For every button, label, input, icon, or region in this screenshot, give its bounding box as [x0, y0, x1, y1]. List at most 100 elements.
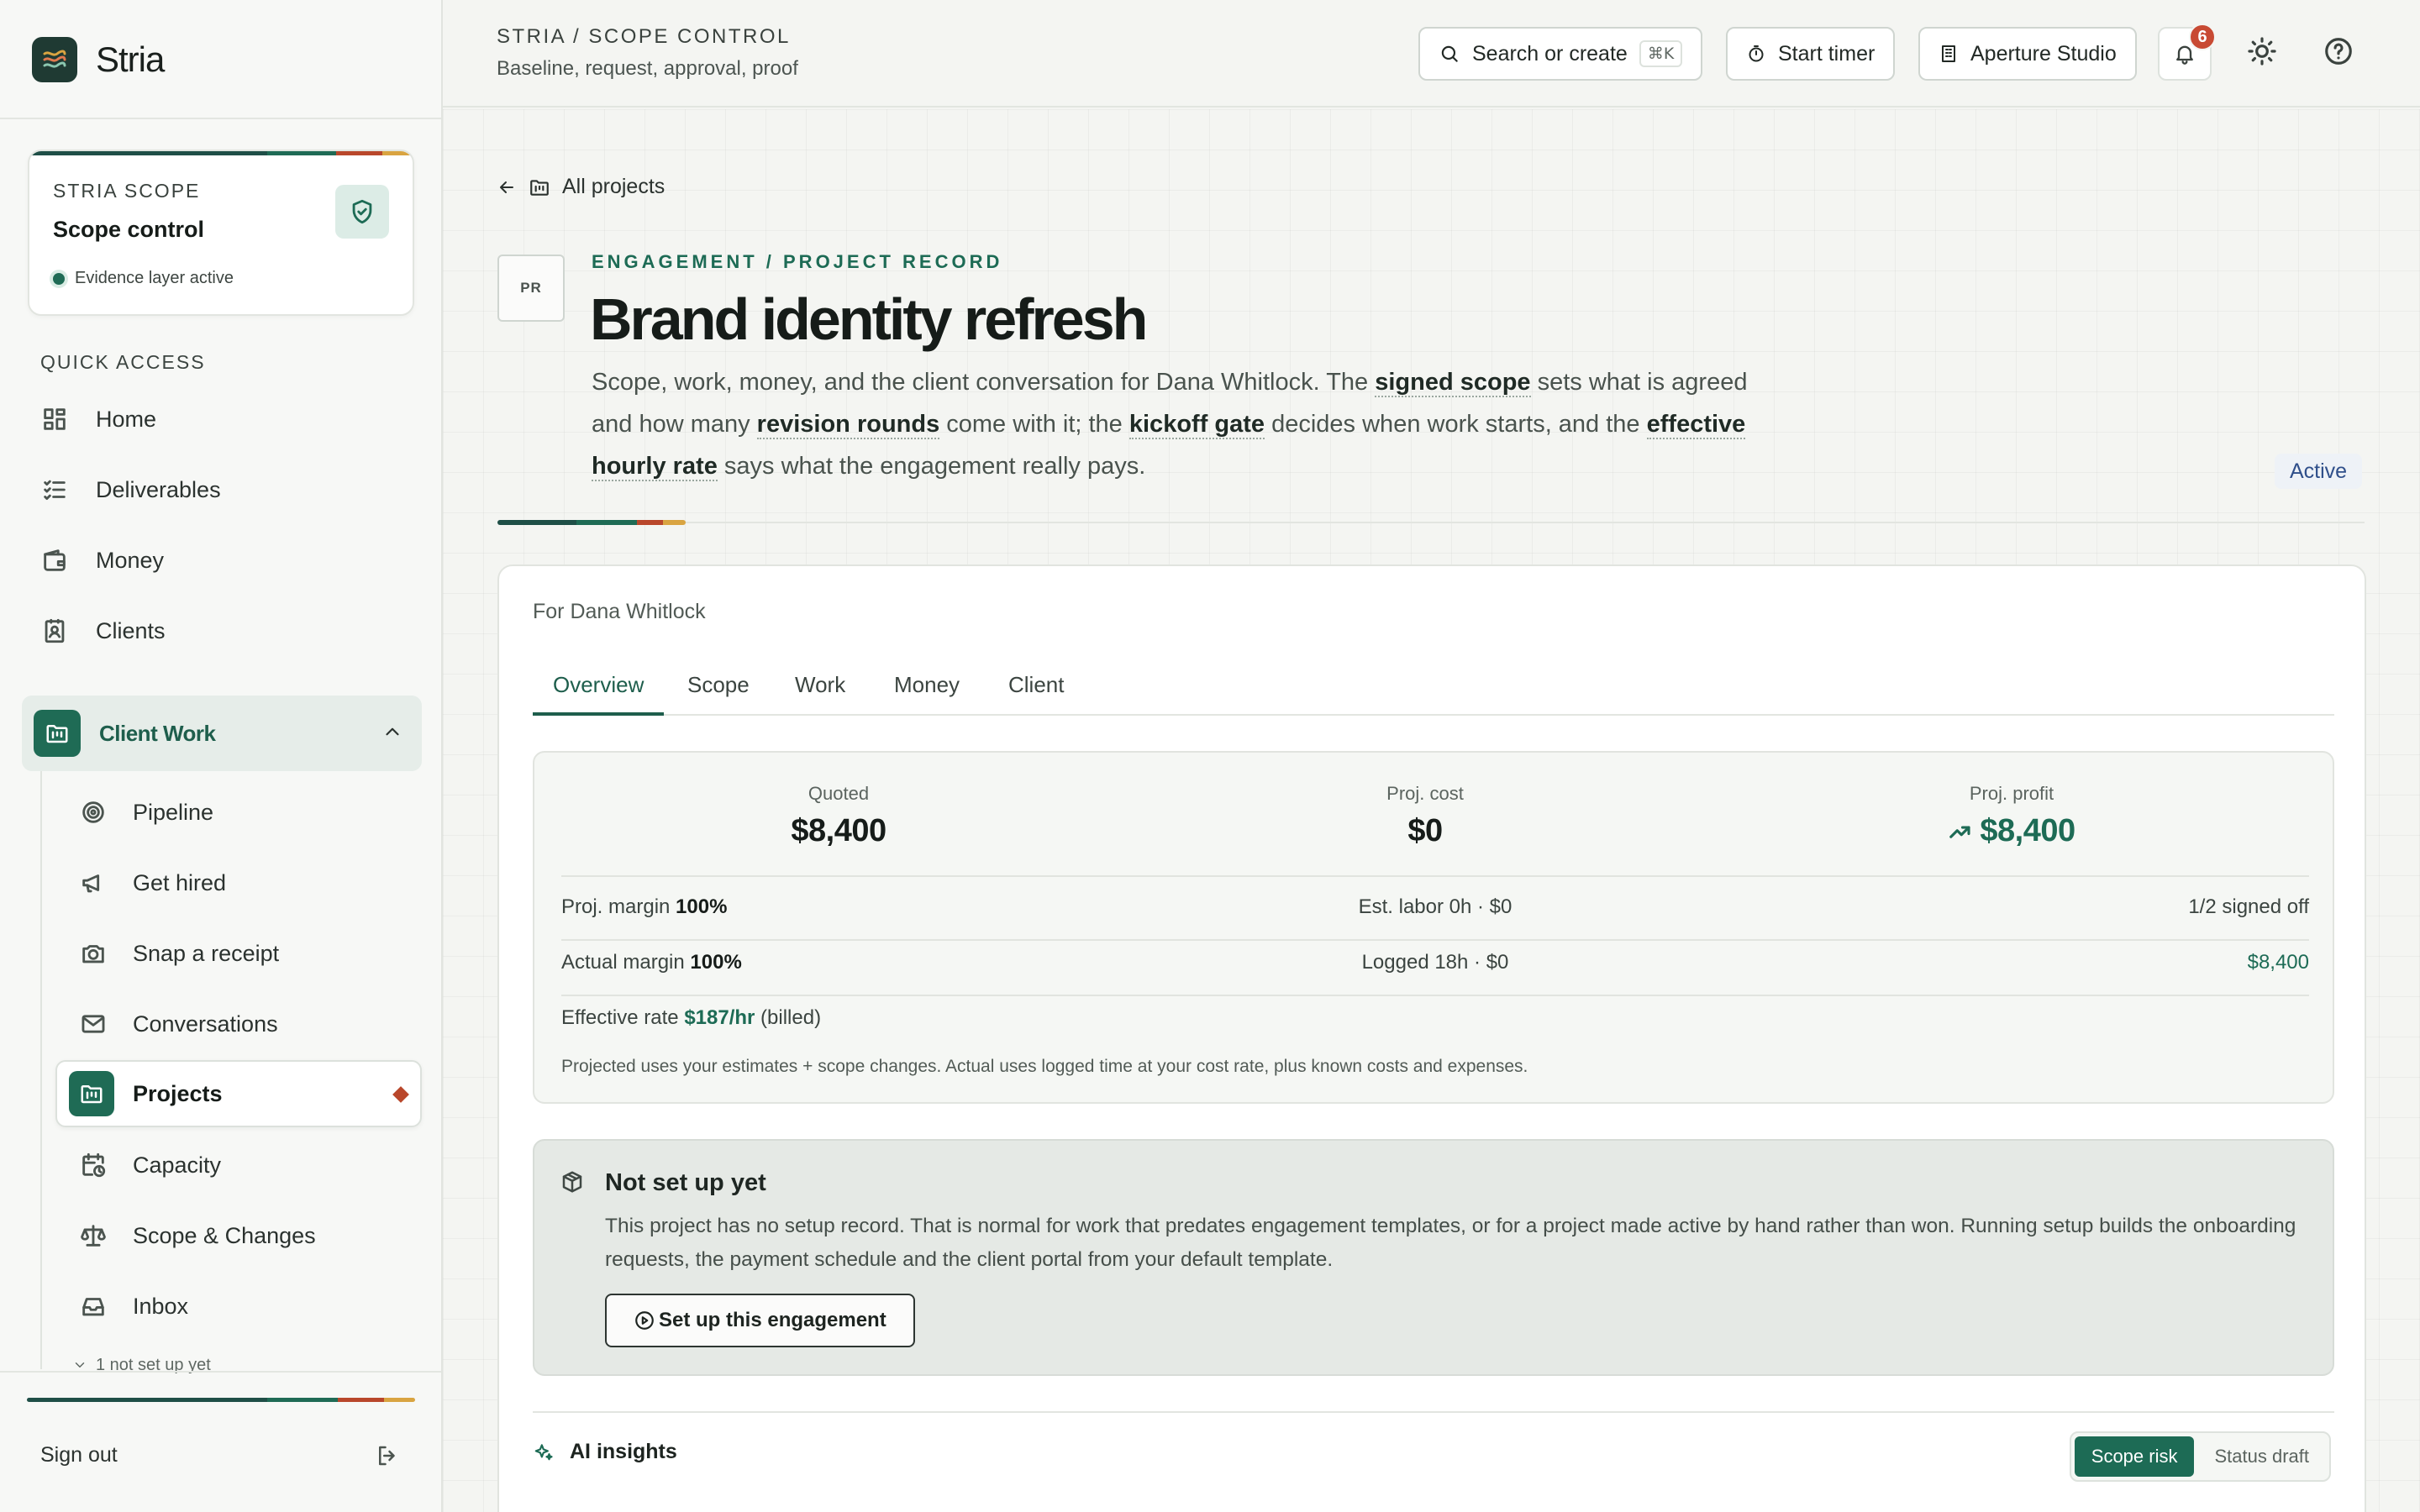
nav-item-deliverables[interactable]: Deliverables [40, 465, 221, 515]
tab-client[interactable]: Client [1008, 665, 1064, 716]
brand[interactable]: Stria [32, 37, 165, 82]
record-eyebrow: ENGAGEMENT / PROJECT RECORD [592, 251, 1003, 272]
metric-value: $0 [1407, 813, 1443, 848]
nav-item-label: Clients [96, 617, 166, 643]
nav-item-home[interactable]: Home [40, 394, 156, 444]
accent-stripe [29, 151, 413, 155]
est-labor: Est. labor 0h · $0 [1358, 895, 1512, 918]
client-label: For Dana Whitlock [533, 600, 706, 623]
target-icon [79, 798, 108, 827]
sidebar-item-scope-changes[interactable]: Scope & Changes [79, 1210, 316, 1261]
metric-value: $8,400 [1980, 813, 2075, 848]
scope-status-label: Evidence layer active [75, 269, 234, 287]
help-icon[interactable] [2323, 35, 2354, 67]
sidebar-item-label: Pipeline [133, 799, 214, 825]
sidebar-item-capacity[interactable]: Capacity [79, 1140, 221, 1190]
shield-icon[interactable] [335, 185, 389, 239]
summary-row-rate: Effective rate $187/hr (billed) [561, 1006, 2309, 1040]
sidebar-item-inbox[interactable]: Inbox [79, 1281, 188, 1331]
accent-stripe [27, 1398, 415, 1402]
effective-rate-suffix: (billed) [760, 1006, 822, 1029]
status-badge: Active [2275, 454, 2363, 489]
project-tabs: Overview Scope Work Money Client [533, 665, 2334, 716]
metric-label: Quoted [808, 783, 870, 804]
active-marker-icon [392, 1086, 409, 1103]
status-dot [53, 272, 65, 285]
megaphone-icon [79, 869, 108, 897]
not-setup-hint[interactable]: 1 not set up yet [72, 1352, 211, 1378]
effective-rate: Effective rate $187/hr (billed) [561, 1006, 821, 1030]
sidebar-item-get-hired[interactable]: Get hired [79, 858, 226, 908]
term-signed-scope[interactable]: signed scope [1375, 369, 1531, 397]
folder-kanban-icon [69, 1071, 114, 1116]
financial-summary: Quoted $8,400 Proj. cost $0 Proj. profit… [533, 751, 2334, 1104]
signed-off-count: 1/2 signed off [2188, 895, 2309, 918]
sidebar-item-conversations[interactable]: Conversations [79, 999, 278, 1049]
divider [686, 522, 2365, 523]
breadcrumb: STRIA / SCOPE CONTROL [497, 25, 791, 48]
nav-item-clients[interactable]: Clients [40, 606, 166, 656]
nav-item-money[interactable]: Money [40, 535, 164, 585]
summary-footnote: Projected uses your estimates + scope ch… [561, 1057, 1528, 1076]
term-revision-rounds[interactable]: revision rounds [756, 411, 940, 439]
log-out-icon[interactable] [375, 1443, 400, 1468]
sidebar: Stria STRIA SCOPE Scope control Evidence… [0, 0, 443, 1512]
search-button[interactable]: Search or create ⌘K [1418, 27, 1703, 81]
sun-icon[interactable] [2246, 35, 2278, 67]
sidebar-item-pipeline[interactable]: Pipeline [79, 787, 213, 837]
metric-value: $8,400 [791, 813, 886, 848]
package-icon [560, 1169, 585, 1194]
workspace-label: Aperture Studio [1970, 41, 2117, 66]
search-icon [1439, 43, 1460, 65]
folder-kanban-icon [34, 710, 81, 757]
camera-icon [79, 939, 108, 968]
calendar-clock-icon [79, 1151, 108, 1179]
scope-title: Scope control [53, 217, 205, 242]
accent-stripe [497, 520, 686, 525]
metric-proj-cost: Proj. cost $0 [1215, 783, 1635, 849]
inbox-icon [79, 1292, 108, 1320]
ai-insights-heading: AI insights [533, 1440, 677, 1464]
main-content: All projects PR ENGAGEMENT / PROJECT REC… [443, 109, 2420, 1512]
start-timer-button[interactable]: Start timer [1726, 27, 1896, 81]
sidebar-item-projects[interactable]: Projects [55, 1060, 422, 1127]
term-kickoff-gate[interactable]: kickoff gate [1128, 411, 1265, 439]
back-link-label: All projects [562, 175, 666, 198]
project-badge: PR [497, 255, 565, 322]
play-circle-icon [634, 1310, 655, 1331]
tab-work[interactable]: Work [795, 665, 845, 716]
sign-out-button[interactable]: Sign out [40, 1443, 118, 1467]
setup-engagement-button[interactable]: Set up this engagement [605, 1294, 915, 1347]
search-label: Search or create [1472, 41, 1628, 66]
description-text: says what the engagement really pays. [717, 453, 1146, 480]
sidebar-item-label: Projects [133, 1080, 223, 1106]
project-panel: For Dana Whitlock Overview Scope Work Mo… [497, 564, 2366, 1512]
topbar: STRIA / SCOPE CONTROL Baseline, request,… [443, 0, 2420, 108]
client-work-group-toggle[interactable]: Client Work [22, 696, 422, 771]
ai-insights-title: AI insights [570, 1440, 677, 1463]
metric-quoted: Quoted $8,400 [629, 783, 1049, 849]
scope-eyebrow: STRIA SCOPE [53, 180, 201, 202]
toggle-status-draft[interactable]: Status draft [2197, 1436, 2326, 1477]
toggle-scope-risk[interactable]: Scope risk [2074, 1436, 2195, 1477]
client-work-label: Client Work [99, 720, 216, 746]
sidebar-item-label: Get hired [133, 869, 227, 895]
tab-scope[interactable]: Scope [687, 665, 750, 716]
scope-card[interactable]: STRIA SCOPE Scope control Evidence layer… [28, 150, 414, 316]
quick-access-heading: QUICK ACCESS [40, 351, 206, 373]
metric-label: Proj. cost [1386, 783, 1464, 804]
setup-callout: Not set up yet This project has no setup… [533, 1139, 2334, 1376]
stopwatch-icon [1746, 44, 1766, 64]
start-timer-label: Start timer [1778, 41, 1876, 66]
summary-row-actual: Actual margin 100% Logged 18h · $0 $8,40… [561, 951, 2309, 984]
arrow-left-icon [497, 177, 517, 197]
sidebar-item-label: Scope & Changes [133, 1222, 316, 1248]
page-subtitle: Baseline, request, approval, proof [497, 57, 798, 80]
back-to-projects-link[interactable]: All projects [497, 175, 665, 199]
tab-money[interactable]: Money [894, 665, 960, 716]
workspace-switcher[interactable]: Aperture Studio [1918, 27, 2137, 81]
divider [561, 995, 2309, 996]
effective-rate-value: $187/hr [684, 1006, 755, 1029]
sidebar-item-snap-receipt[interactable]: Snap a receipt [79, 928, 279, 979]
tab-overview[interactable]: Overview [533, 665, 665, 716]
